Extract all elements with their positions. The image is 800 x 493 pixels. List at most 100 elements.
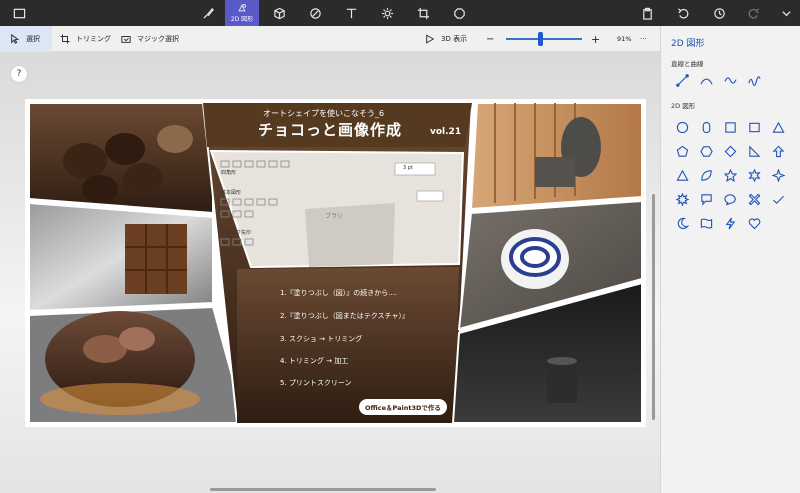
expand-button[interactable] xyxy=(773,0,799,26)
heart-shape-button[interactable] xyxy=(745,214,763,232)
line-shape-button[interactable] xyxy=(673,71,691,89)
right-triangle-shape-button[interactable] xyxy=(745,142,763,160)
pentagon-shape-button[interactable] xyxy=(673,142,691,160)
flag-icon xyxy=(426,34,435,44)
panel-title: 2D 図形 xyxy=(671,39,705,49)
moon-shape-button[interactable] xyxy=(673,214,691,232)
horizontal-scrollbar[interactable] xyxy=(210,488,436,491)
check-shape-button[interactable] xyxy=(769,190,787,208)
shapes-section-title: 2D 図形 xyxy=(671,102,696,110)
magic-select-icon xyxy=(121,36,131,43)
cursor-icon xyxy=(11,34,20,44)
inset-label-pt: 3 pt xyxy=(403,165,413,171)
wave-icon xyxy=(723,76,737,84)
2d-shapes-label: 2D 図形 xyxy=(230,16,254,23)
stickers-tool-button[interactable] xyxy=(302,0,328,26)
rectangle-icon xyxy=(748,122,760,132)
triangle-shape-button[interactable] xyxy=(769,118,787,136)
burst-shape-button[interactable] xyxy=(673,190,691,208)
folder-icon xyxy=(13,8,25,18)
menu-button[interactable] xyxy=(6,0,32,26)
arrow-up-icon xyxy=(772,145,784,157)
wave-shape-button[interactable] xyxy=(721,71,739,89)
library-icon xyxy=(453,7,465,19)
canvas-tool-button[interactable] xyxy=(410,0,436,26)
select-button[interactable]: 選択 xyxy=(0,26,52,52)
diamond-icon xyxy=(724,145,736,157)
sticker-icon xyxy=(309,7,321,19)
redo-button[interactable] xyxy=(740,0,766,26)
artwork-version: vol.21 xyxy=(430,127,462,137)
arrow-up-shape-button[interactable] xyxy=(769,142,787,160)
zoom-out-button[interactable]: − xyxy=(486,26,494,52)
star5-shape-button[interactable] xyxy=(721,166,739,184)
undo-icon xyxy=(677,7,688,18)
crop-icon xyxy=(60,34,70,44)
text-tool-button[interactable] xyxy=(338,0,364,26)
artwork-canvas[interactable]: オートシェイプを使いこなそう_6 チョコっと画像作成 vol.21 四角形 基本… xyxy=(25,99,646,427)
banner-icon xyxy=(700,218,712,228)
square-icon xyxy=(724,121,736,133)
zoom-in-label: + xyxy=(591,32,601,46)
brush-tool-button[interactable] xyxy=(195,0,221,26)
crop-label: トリミング xyxy=(76,35,111,43)
zoom-level[interactable]: 91% xyxy=(617,26,631,52)
undo-button[interactable] xyxy=(670,0,696,26)
crop-button[interactable]: トリミング xyxy=(60,26,111,52)
star6-shape-button[interactable] xyxy=(745,166,763,184)
x-shape-icon xyxy=(748,193,760,205)
circle-icon xyxy=(676,121,688,133)
square-shape-button[interactable] xyxy=(721,118,739,136)
rect-shape-button[interactable] xyxy=(745,118,763,136)
3d-library-button[interactable] xyxy=(446,0,472,26)
leaf-icon xyxy=(700,169,712,181)
lightning-shape-button[interactable] xyxy=(721,214,739,232)
cross-shape-button[interactable] xyxy=(745,190,763,208)
3d-shapes-tool-button[interactable] xyxy=(266,0,292,26)
effects-tool-button[interactable] xyxy=(374,0,400,26)
inset-label-basic: 基本図形 xyxy=(221,190,242,196)
paste-button[interactable] xyxy=(634,0,660,26)
help-button[interactable]: ? xyxy=(10,65,28,83)
magic-select-label: マジック選択 xyxy=(137,35,179,43)
magic-select-button[interactable]: マジック選択 xyxy=(121,26,179,52)
diamond-shape-button[interactable] xyxy=(721,142,739,160)
speech-oval-icon xyxy=(723,193,736,206)
rounded-rect-shape-button[interactable] xyxy=(697,118,715,136)
multi-curve-shape-button[interactable] xyxy=(745,71,763,89)
step-2: 2.『塗りつぶし（図またはテクスチャ）』 xyxy=(280,312,409,320)
star6-icon xyxy=(747,168,761,182)
triangle-outline-shape-button[interactable] xyxy=(673,166,691,184)
hexagon-shape-button[interactable] xyxy=(697,142,715,160)
redo-icon xyxy=(748,7,759,18)
multi-curve-icon xyxy=(747,75,761,86)
speech-rect-shape-button[interactable] xyxy=(697,190,715,208)
more-options-button[interactable]: ··· xyxy=(640,26,647,52)
zoom-slider-track[interactable] xyxy=(506,38,582,40)
secondary-toolbar: 選択 トリミング マジック選択 3D 表示 − + 91% ··· xyxy=(0,26,660,52)
history-button[interactable] xyxy=(706,0,732,26)
burst-icon xyxy=(675,192,689,206)
text-icon xyxy=(346,8,356,18)
star4-icon xyxy=(771,168,785,182)
3d-view-label: 3D 表示 xyxy=(441,35,468,43)
speech-oval-shape-button[interactable] xyxy=(721,190,739,208)
zoom-in-button[interactable]: + xyxy=(591,26,600,52)
vertical-scrollbar[interactable] xyxy=(652,194,655,420)
2d-shapes-tool-button[interactable]: 2D 図形 xyxy=(225,0,259,26)
zoom-slider-thumb[interactable] xyxy=(537,32,543,46)
circle-shape-button[interactable] xyxy=(673,118,691,136)
3d-view-button[interactable]: 3D 表示 xyxy=(425,26,467,52)
curve-icon xyxy=(699,78,713,84)
triangle-outline-icon xyxy=(675,169,689,181)
inset-label-block: ブロック矢印 xyxy=(221,230,252,236)
zoom-level-value: 91% xyxy=(617,35,632,43)
history-icon xyxy=(713,7,725,19)
shapes-panel: 2D 図形 直線と曲線 2D 図形 xyxy=(660,26,800,493)
curve-shape-button[interactable] xyxy=(697,71,715,89)
lines-section-title: 直線と曲線 xyxy=(671,60,704,68)
star4-shape-button[interactable] xyxy=(769,166,787,184)
leaf-shape-button[interactable] xyxy=(697,166,715,184)
wave-banner-shape-button[interactable] xyxy=(697,214,715,232)
2d-shapes-icon xyxy=(238,3,247,12)
